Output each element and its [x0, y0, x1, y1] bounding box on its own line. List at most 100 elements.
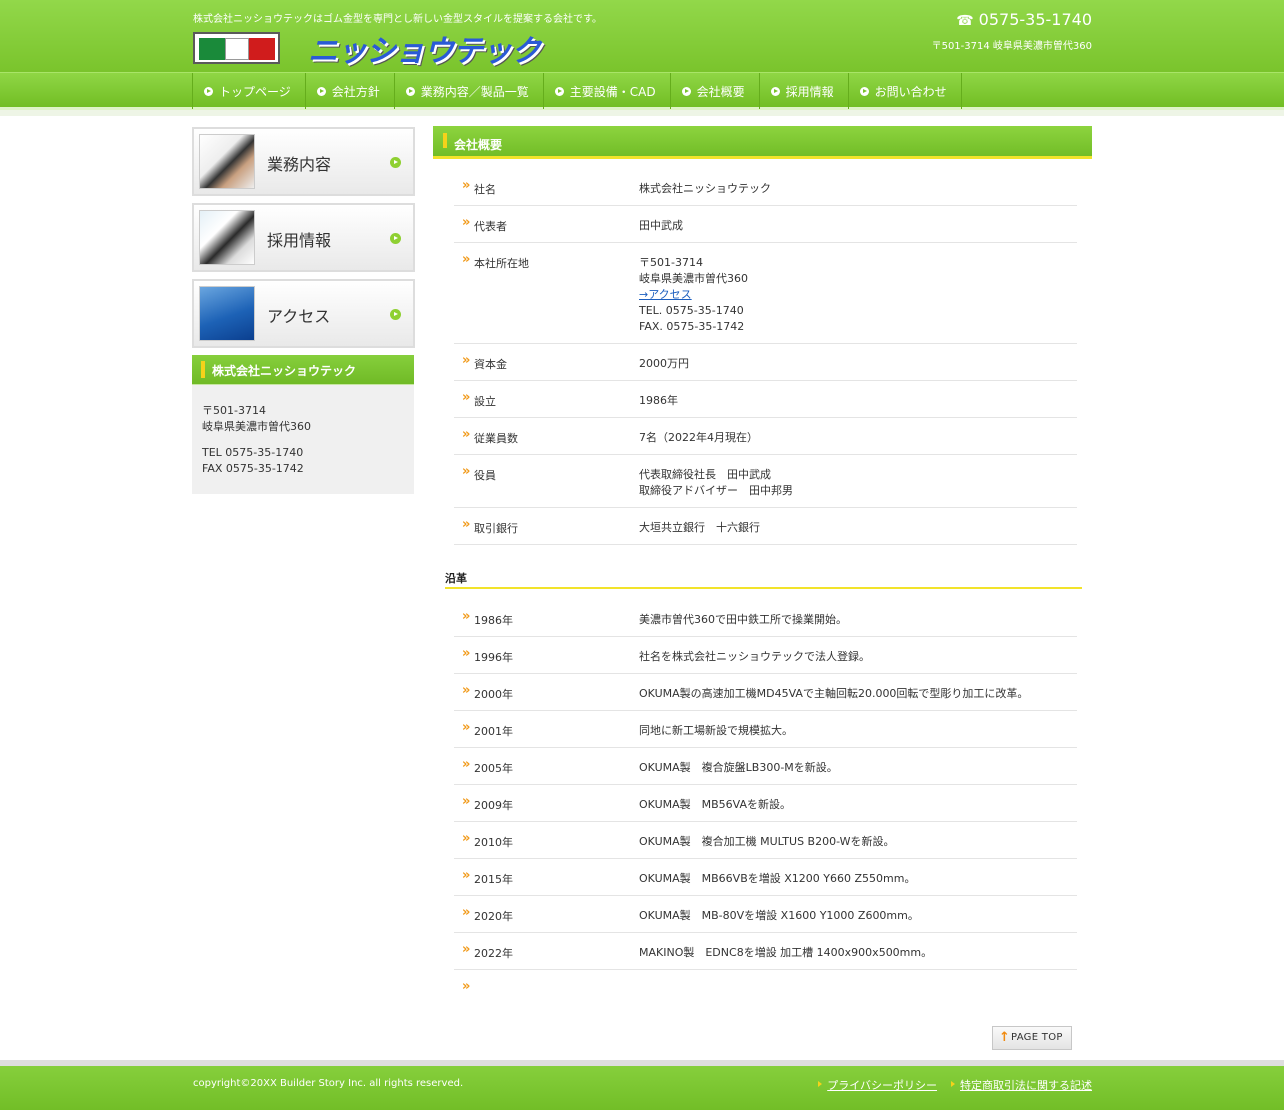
history-row: 1986年 美濃市曽代360で田中鉄工所で操業開始。 [454, 600, 1077, 637]
history-event: 同地に新工場新設で規模拡大。 [639, 724, 793, 737]
access-link[interactable]: →アクセス [639, 288, 692, 301]
row-value: 7名（2022年4月現在） [639, 431, 758, 444]
history-event: 美濃市曽代360で田中鉄工所で操業開始。 [639, 613, 847, 626]
nav-item-top[interactable]: トップページ [193, 73, 306, 109]
sidebar-postal: 〒501-3714 [202, 404, 266, 417]
table-row: 社名 株式会社ニッショウテック [454, 169, 1077, 206]
history-event: 社名を株式会社ニッショウテックで法人登録。 [639, 650, 870, 663]
nav-item-equipment[interactable]: 主要設備・CAD [544, 73, 671, 109]
row-key: 従業員数 [462, 427, 518, 446]
history-year: 2005年 [462, 757, 513, 776]
arrow-circle-icon [204, 86, 213, 96]
building-photo [199, 286, 255, 341]
site-header: 株式会社ニッショウテックはゴム金型を専門とし新しい金型スタイルを提案する会社です… [0, 0, 1284, 72]
global-nav: トップページ 会社方針 業務内容／製品一覧 主要設備・CAD 会社概要 採用情報… [0, 72, 1284, 110]
history-year: 1996年 [462, 646, 513, 665]
copyright: copyright©20XX Builder Story Inc. all ri… [193, 1078, 464, 1089]
arrow-circle-icon [316, 86, 326, 96]
site-tagline: 株式会社ニッショウテックはゴム金型を専門とし新しい金型スタイルを提案する会社です… [193, 14, 602, 25]
history-event: OKUMA製 複合加工機 MULTUS B200-Wを新設。 [639, 835, 895, 848]
hq-address: 岐阜県美濃市曽代360 [639, 272, 748, 285]
row-key: 社名 [462, 178, 496, 197]
arrow-circle-icon [859, 86, 869, 96]
nav-item-policy[interactable]: 会社方針 [306, 73, 395, 109]
row-value: 代表取締役社長 田中武成 取締役アドバイザー 田中邦男 [639, 467, 793, 499]
history-row: 2020年 OKUMA製 MB-80Vを増設 X1600 Y1000 Z600mm… [454, 896, 1077, 933]
history-event: OKUMA製 MB66VBを増設 X1200 Y660 Z550mm。 [639, 872, 916, 885]
sidebar-button-recruit[interactable]: 採用情報 [192, 203, 415, 272]
arrow-circle-icon [390, 157, 401, 168]
history-year: 2000年 [462, 683, 513, 702]
history-event: OKUMA製の高速加工機MD45VAで主軸回転20.000回転で型彫り加工に改革… [639, 687, 1029, 700]
header-phone-number: 0575-35-1740 [978, 10, 1092, 29]
arrow-circle-icon [390, 233, 401, 244]
history-row: 2009年 OKUMA製 MB56VAを新設。 [454, 785, 1077, 822]
arrow-circle-icon [405, 86, 415, 96]
sidebar-button-services[interactable]: 業務内容 [192, 127, 415, 196]
history-event: OKUMA製 複合旋盤LB300-Mを新設。 [639, 761, 838, 774]
site-footer: copyright©20XX Builder Story Inc. all ri… [0, 1066, 1284, 1110]
businesspeople-photo [199, 210, 255, 265]
history-table: 1986年 美濃市曽代360で田中鉄工所で操業開始。 1996年 社名を株式会社ニッシ… [454, 600, 1077, 1007]
hq-fax: FAX. 0575-35-1742 [639, 320, 745, 333]
sidebar-button-access[interactable]: アクセス [192, 279, 415, 348]
history-year: 2001年 [462, 720, 513, 739]
nav-underband [0, 110, 1284, 116]
history-row: 2010年 OKUMA製 複合加工機 MULTUS B200-Wを新設。 [454, 822, 1077, 859]
arrow-circle-icon [554, 86, 564, 96]
history-row: 2001年 同地に新工場新設で規模拡大。 [454, 711, 1077, 748]
history-row: 2000年 OKUMA製の高速加工機MD45VAで主軸回転20.000回転で型彫り… [454, 674, 1077, 711]
page-top-button[interactable]: PAGE TOP [992, 1026, 1072, 1050]
logo-mark[interactable] [193, 32, 280, 64]
table-row: 資本金 2000万円 [454, 344, 1077, 381]
hq-postal: 〒501-3714 [639, 256, 703, 269]
history-event: OKUMA製 MB-80Vを増設 X1600 Y1000 Z600mm。 [639, 909, 919, 922]
table-row: 設立 1986年 [454, 381, 1077, 418]
nav-item-recruit[interactable]: 採用情報 [760, 73, 849, 109]
history-row: 2022年 MAKINO製 EDNC8を増設 加工槽 1400x900x500mm… [454, 933, 1077, 970]
table-row: 本社所在地 〒501-3714 岐阜県美濃市曽代360 →アクセス TEL. 0… [454, 243, 1077, 344]
privacy-policy-link[interactable]: プライバシーポリシー [818, 1077, 937, 1093]
history-year: 1986年 [462, 609, 513, 628]
row-value: 〒501-3714 岐阜県美濃市曽代360 →アクセス TEL. 0575-35… [639, 255, 748, 335]
history-year: 2015年 [462, 868, 513, 887]
history-row: 2015年 OKUMA製 MB66VBを増設 X1200 Y660 Z550mm。 [454, 859, 1077, 896]
row-key: 代表者 [462, 215, 507, 234]
table-row: 代表者 田中武成 [454, 206, 1077, 243]
officer-2: 取締役アドバイザー 田中邦男 [639, 484, 793, 497]
company-profile-table: 社名 株式会社ニッショウテック 代表者 田中武成 本社所在地 〒501-3714… [454, 169, 1077, 545]
arrow-circle-icon [390, 309, 401, 320]
smartphone-photo [199, 134, 255, 189]
nav-item-contact[interactable]: お問い合わせ [849, 73, 962, 109]
row-value: 大垣共立銀行 十六銀行 [639, 521, 760, 534]
sidebar-company-title: 株式会社ニッショウテック [192, 355, 414, 384]
history-row: 1996年 社名を株式会社ニッショウテックで法人登録。 [454, 637, 1077, 674]
row-value: 1986年 [639, 394, 678, 407]
history-row [454, 970, 1077, 1007]
header-phone: ☎ 0575-35-1740 [956, 10, 1092, 29]
arrow-circle-icon [770, 86, 780, 96]
table-row: 役員 代表取締役社長 田中武成 取締役アドバイザー 田中邦男 [454, 455, 1077, 508]
nav-item-services[interactable]: 業務内容／製品一覧 [395, 73, 544, 109]
history-event: MAKINO製 EDNC8を増設 加工槽 1400x900x500mm。 [639, 946, 933, 959]
nav-item-company[interactable]: 会社概要 [671, 73, 760, 109]
footer-links: プライバシーポリシー 特定商取引法に関する記述 [818, 1077, 1092, 1093]
logo-text[interactable]: ニッショウテック [308, 26, 541, 70]
table-row: 取引銀行 大垣共立銀行 十六銀行 [454, 508, 1077, 545]
row-key: 設立 [462, 390, 496, 409]
sidebar-fax: FAX 0575-35-1742 [202, 462, 304, 475]
history-year: 2010年 [462, 831, 513, 850]
officer-1: 代表取締役社長 田中武成 [639, 468, 771, 481]
row-key: 役員 [462, 464, 496, 483]
history-year: 2020年 [462, 905, 513, 924]
row-value: 2000万円 [639, 357, 689, 370]
row-key: 取引銀行 [462, 517, 518, 536]
commerce-law-link[interactable]: 特定商取引法に関する記述 [951, 1077, 1092, 1093]
sidebar-tel: TEL 0575-35-1740 [202, 446, 304, 459]
telephone-icon: ☎ [956, 13, 974, 29]
row-key: 本社所在地 [462, 252, 529, 271]
header-address: 〒501-3714 岐阜県美濃市曽代360 [931, 41, 1092, 52]
history-section-title: 沿革 [445, 570, 1082, 589]
history-year: 2022年 [462, 942, 513, 961]
page-title: 会社概要 [433, 126, 1092, 159]
